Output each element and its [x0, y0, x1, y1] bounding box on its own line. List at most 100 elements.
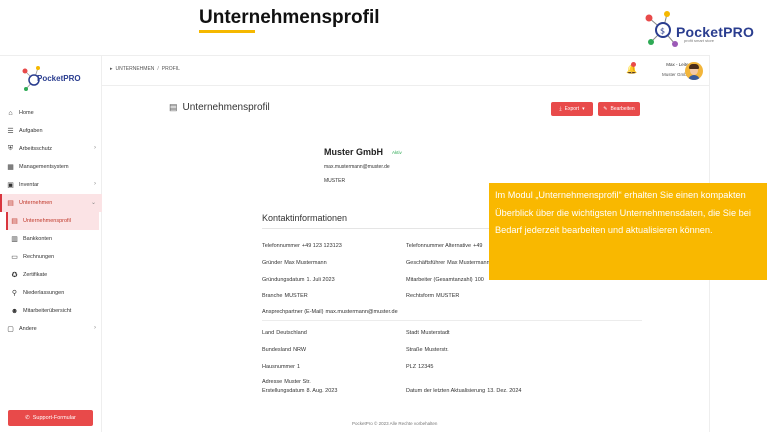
page-header: ▤ Unternehmensprofil [169, 102, 270, 113]
sidebar-item-label: Aufgaben [19, 128, 43, 134]
support-form-button[interactable]: ✆ Support-Formular [8, 410, 93, 426]
field-ceo: Geschäftsführer Max Mustermann [406, 260, 490, 266]
user-name: Max - Leiter [666, 62, 690, 67]
field-city: Stadt Musterstadt [406, 330, 450, 336]
svg-text:$: $ [660, 27, 665, 36]
sidebar-item-label: Arbeitsschutz [19, 146, 53, 152]
folder-icon: ▢ [7, 326, 14, 333]
sidebar-subitem-bankkonten[interactable]: ▥ Bankkonten [0, 230, 102, 248]
sidebar-item-label: Home [19, 110, 34, 116]
sidebar-item-label: Andere [19, 326, 37, 332]
contact-section-title: Kontaktinformationen [262, 213, 348, 223]
edit-label: Bearbeiten [610, 106, 635, 112]
footer-text: PocketPro © 2023 Alle Rechte vorbehalten [352, 421, 438, 426]
field-created: Erstellungsdatum 8. Aug. 2023 [262, 388, 338, 394]
sidebar-item-label: Mitarbeiterübersicht [23, 308, 72, 314]
sidebar-item-label: Managementsystem [19, 164, 69, 170]
pencil-icon: ✎ [603, 106, 608, 112]
sidebar-item-aufgaben[interactable]: ☰ Aufgaben [0, 122, 102, 140]
divider [262, 320, 642, 321]
sidebar-subitem-zertifikate[interactable]: ✪ Zertifikate [0, 266, 102, 284]
chevron-right-icon: › [94, 145, 96, 151]
field-branch: Branche MUSTER [262, 293, 308, 299]
shield-icon: ⛨ [7, 145, 14, 152]
notification-badge [631, 62, 636, 67]
field-street: Straße Musterstr. [406, 347, 449, 353]
export-label: Export [564, 106, 580, 112]
grid-icon: ▦ [7, 164, 14, 171]
field-zip: PLZ 12345 [406, 364, 434, 370]
certificate-icon: ✪ [11, 272, 18, 279]
sidebar-item-home[interactable]: ⌂ Home [0, 104, 102, 122]
field-contact-person: Ansprechpartner (E-Mail) max.mustermann@m… [262, 309, 398, 315]
sidebar-item-label: Niederlassungen [23, 290, 65, 296]
sidebar-item-inventar[interactable]: ▣ Inventar › [0, 176, 102, 194]
topbar: ▸ UNTERNEHMEN / PROFIL 🔔 Max - Leiter Mu… [102, 56, 710, 86]
field-country: Land Deutschland [262, 330, 307, 336]
sidebar-item-label: Rechnungen [23, 254, 55, 260]
breadcrumb-item[interactable]: UNTERNEHMEN [116, 66, 155, 72]
building-icon: ▤ [7, 200, 14, 207]
field-phone: Telefonnummer +49 123 123123 [262, 243, 342, 249]
page-title: Unternehmensprofil [182, 102, 270, 113]
company-email: max.mustermann@muster.de [324, 164, 390, 170]
sidebar-item-unternehmen[interactable]: ▤ Unternehmen ⌄ [0, 194, 102, 212]
breadcrumb: ▸ UNTERNEHMEN / PROFIL [110, 66, 180, 72]
sidebar-subitem-unternehmensprofil[interactable]: ▤ Unternehmensprofil [6, 212, 99, 230]
download-icon: ⤓ [559, 106, 562, 112]
sidebar: PocketPRO ⌂ Home ☰ Aufgaben ⛨ Arbeitssch… [0, 56, 102, 432]
field-state: Bundesland NRW [262, 347, 307, 353]
slide-title-underline [199, 30, 255, 33]
breadcrumb-item-current: PROFIL [161, 66, 180, 72]
field-address: Adresse Muster Str. [262, 379, 311, 385]
sidebar-item-label: Zertifikate [23, 272, 48, 278]
chevron-right-icon: › [94, 325, 96, 331]
sidebar-item-label: Inventar [19, 182, 39, 188]
slide-title: Unternehmensprofil [199, 7, 380, 28]
brand-tagline: profit smart store [684, 38, 715, 43]
export-button[interactable]: ⤓ Export ▾ [551, 102, 593, 116]
chevron-right-icon: › [94, 181, 96, 187]
sidebar-item-label: Unternehmensprofil [23, 218, 71, 224]
sidebar-logo-text: PocketPRO [37, 74, 81, 83]
field-founded: Gründungsdatum 1. Juli 2023 [262, 277, 335, 283]
edit-button[interactable]: ✎ Bearbeiten [598, 102, 640, 116]
breadcrumb-toggle-icon[interactable]: ▸ [110, 66, 113, 72]
home-icon: ⌂ [8, 109, 13, 117]
sidebar-item-managementsystem[interactable]: ▦ Managementsystem [0, 158, 102, 176]
field-employees: Mitarbeiter (Gesamtanzahl) 100 [406, 277, 484, 283]
sidebar-item-arbeitsschutz[interactable]: ⛨ Arbeitsschutz › [0, 140, 102, 158]
field-updated: Datum der letzten Aktualisierung 13. Dez.… [406, 388, 522, 394]
building-icon: ▤ [169, 102, 178, 112]
field-phone-alt: Telefonnummer Alternative +49 [406, 243, 483, 249]
field-house-number: Hausnummer 1 [262, 364, 301, 370]
support-form-label: Support-Formular [32, 415, 76, 421]
chevron-down-icon: ▾ [582, 106, 585, 112]
branch-icon: ⚲ [11, 290, 18, 297]
avatar[interactable] [685, 62, 703, 80]
field-founder: Gründer Max Mustermann [262, 260, 327, 266]
sidebar-item-label: Unternehmen [19, 200, 53, 206]
sidebar-subitem-niederlassungen[interactable]: ⚲ Niederlassungen [0, 284, 102, 302]
user-company: Muster GmbH [661, 72, 690, 77]
bank-icon: ▥ [11, 236, 18, 243]
users-icon: ☻ [10, 307, 19, 315]
breadcrumb-separator: / [157, 66, 159, 72]
sidebar-subitem-mitarbeiteruebersicht[interactable]: ☻ Mitarbeiterübersicht [0, 302, 102, 320]
invoice-icon: ▭ [11, 254, 18, 261]
field-legal-form: Rechtsform MUSTER [406, 293, 460, 299]
sidebar-item-label: Bankkonten [23, 236, 53, 242]
list-icon: ☰ [7, 128, 14, 135]
sidebar-nav: ⌂ Home ☰ Aufgaben ⛨ Arbeitsschutz › ▦ Ma… [0, 104, 102, 338]
info-callout: Im Modul „Unternehmensprofil“ erhalten S… [489, 183, 767, 280]
company-short-name: MUSTER [324, 178, 346, 184]
box-icon: ▣ [7, 182, 14, 189]
building-icon: ▤ [11, 218, 18, 225]
phone-icon: ✆ [25, 415, 30, 421]
sidebar-item-andere[interactable]: ▢ Andere › [0, 320, 102, 338]
company-name: Muster GmbH [324, 147, 384, 157]
status-badge: Aktiv [392, 150, 402, 155]
chevron-down-icon: ⌄ [90, 200, 96, 206]
sidebar-subitem-rechnungen[interactable]: ▭ Rechnungen [0, 248, 102, 266]
slide-frame: Unternehmensprofil $ PocketPRO profit sm… [0, 0, 768, 432]
